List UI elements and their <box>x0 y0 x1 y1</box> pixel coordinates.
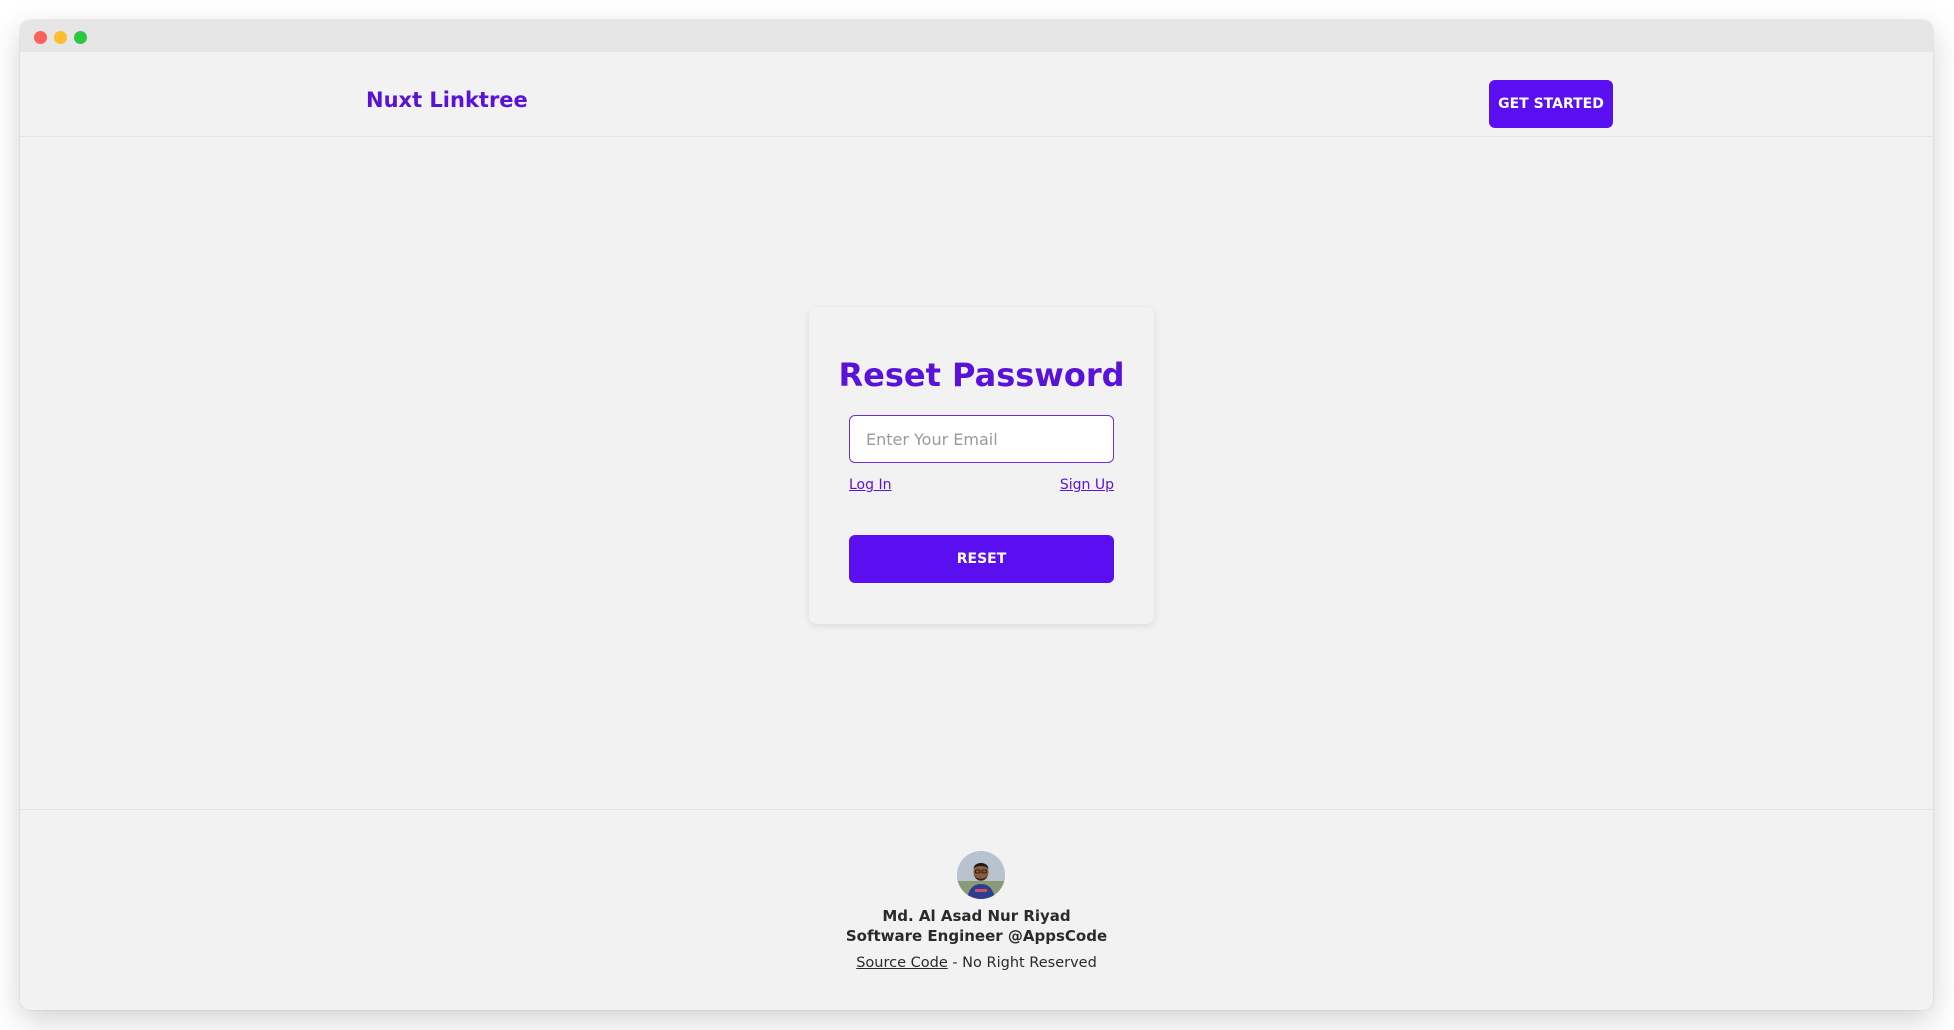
login-link[interactable]: Log In <box>849 477 891 493</box>
browser-window: Nuxt Linktree GET STARTED Reset Password… <box>20 20 1933 1010</box>
rights-text: - No Right Reserved <box>947 955 1097 971</box>
source-code-link[interactable]: Source Code <box>856 955 948 971</box>
maximize-window-dot-icon[interactable] <box>74 31 87 44</box>
footer: Md. Al Asad Nur Riyad Software Engineer … <box>20 809 1933 1010</box>
page-title: Reset Password <box>838 356 1125 394</box>
window-titlebar <box>20 20 1933 52</box>
email-input[interactable] <box>849 415 1114 463</box>
author-name: Md. Al Asad Nur Riyad <box>882 907 1071 925</box>
footer-credits: Source Code - No Right Reserved <box>20 955 1933 971</box>
get-started-button[interactable]: GET STARTED <box>1489 80 1613 128</box>
brand-logo-link[interactable]: Nuxt Linktree <box>366 90 528 111</box>
avatar <box>957 851 1005 899</box>
author-role: Software Engineer @AppsCode <box>845 927 1108 945</box>
reset-button[interactable]: RESET <box>849 535 1114 583</box>
person-avatar-icon <box>957 851 1005 899</box>
close-window-dot-icon[interactable] <box>34 31 47 44</box>
minimize-window-dot-icon[interactable] <box>54 31 67 44</box>
navbar: Nuxt Linktree GET STARTED <box>20 52 1933 137</box>
signup-link[interactable]: Sign Up <box>1060 477 1114 493</box>
reset-password-card: Reset Password Log In Sign Up RESET <box>809 307 1154 624</box>
